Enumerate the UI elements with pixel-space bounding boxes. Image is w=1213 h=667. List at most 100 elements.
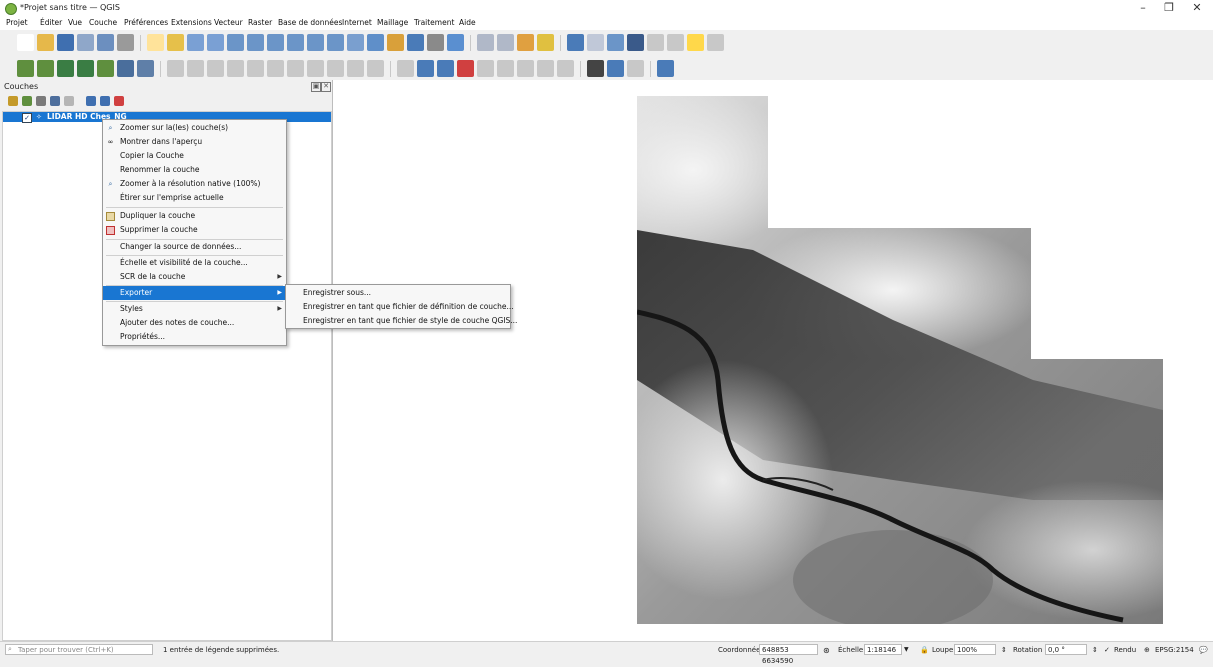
- menu-item-properties[interactable]: Propriétés...: [103, 330, 286, 344]
- menu-internet[interactable]: Internet: [342, 18, 372, 27]
- add-csv-icon[interactable]: [117, 60, 134, 77]
- copy-features-icon[interactable]: [307, 60, 324, 77]
- open-project-icon[interactable]: [37, 34, 54, 51]
- zoom-selection-icon[interactable]: [247, 34, 264, 51]
- label-settings-icon[interactable]: [557, 60, 574, 77]
- text-annotation-icon[interactable]: [707, 34, 724, 51]
- measure-icon[interactable]: [647, 34, 664, 51]
- menu-item-styles[interactable]: Styles ▶: [103, 302, 286, 316]
- menu-item-duplicate-layer[interactable]: Dupliquer la couche: [103, 209, 286, 223]
- redo-icon[interactable]: [367, 60, 384, 77]
- data-source-manager-icon[interactable]: [17, 60, 34, 77]
- move-label-icon[interactable]: [497, 60, 514, 77]
- manage-visibility-icon[interactable]: [36, 96, 46, 106]
- pan-icon[interactable]: [147, 34, 164, 51]
- add-mesh-icon[interactable]: [97, 60, 114, 77]
- zoom-full-icon[interactable]: [227, 34, 244, 51]
- menu-item-copy-layer[interactable]: Copier la Couche: [103, 149, 286, 163]
- select-features-icon[interactable]: [477, 34, 494, 51]
- menu-item-remove-layer[interactable]: Supprimer la couche: [103, 223, 286, 237]
- menu-item-stretch-extent[interactable]: Étirer sur l'emprise actuelle: [103, 191, 286, 205]
- menu-item-zoom-layer[interactable]: ⌕ Zoomer sur la(les) couche(s): [103, 121, 286, 135]
- rotation-stepper-icon[interactable]: ⇕: [1092, 646, 1098, 654]
- filter-legend-icon[interactable]: [50, 96, 60, 106]
- crs-globe-icon[interactable]: ⊕: [1144, 646, 1150, 654]
- crs-button[interactable]: EPSG:2154: [1155, 646, 1194, 654]
- collapse-all-icon[interactable]: [100, 96, 110, 106]
- temporal-icon[interactable]: [427, 34, 444, 51]
- coordinate-field[interactable]: 648853 6634590: [759, 644, 818, 665]
- zoom-in-icon[interactable]: [187, 34, 204, 51]
- annotation-icon[interactable]: [667, 34, 684, 51]
- close-button[interactable]: ✕: [1184, 1, 1210, 15]
- menu-maillage[interactable]: Maillage: [377, 18, 408, 27]
- map-tips-icon[interactable]: [687, 34, 704, 51]
- menu-item-save-style[interactable]: Enregistrer en tant que fichier de style…: [286, 314, 517, 328]
- menu-raster[interactable]: Raster: [248, 18, 272, 27]
- add-group-icon[interactable]: [22, 96, 32, 106]
- menu-extensions[interactable]: Extensions: [171, 18, 212, 27]
- menu-item-rename-layer[interactable]: Renommer la couche: [103, 163, 286, 177]
- rotation-field[interactable]: 0,0 °: [1045, 644, 1087, 655]
- zoom-layer-icon[interactable]: [267, 34, 284, 51]
- render-checkbox[interactable]: ✓: [1104, 646, 1110, 654]
- new-map-view-icon[interactable]: [347, 34, 364, 51]
- show-hide-label-icon[interactable]: [477, 60, 494, 77]
- refresh-icon[interactable]: [447, 34, 464, 51]
- show-bookmarks-icon[interactable]: [407, 34, 424, 51]
- diagram-icon[interactable]: [437, 60, 454, 77]
- digitize-icon[interactable]: [227, 60, 244, 77]
- undo-icon[interactable]: [347, 60, 364, 77]
- menu-item-add-notes[interactable]: Ajouter des notes de couche...: [103, 316, 286, 330]
- save-as-icon[interactable]: [77, 34, 94, 51]
- add-vector-icon[interactable]: [57, 60, 74, 77]
- menu-vue[interactable]: Vue: [68, 18, 82, 27]
- zoom-native-icon[interactable]: [287, 34, 304, 51]
- menu-item-export[interactable]: Exporter ▶: [103, 286, 286, 300]
- paste-features-icon[interactable]: [327, 60, 344, 77]
- magnifier-stepper-icon[interactable]: ⇕: [1001, 646, 1007, 654]
- new-geopackage-icon[interactable]: [37, 60, 54, 77]
- save-edits-icon[interactable]: [207, 60, 224, 77]
- add-postgis-icon[interactable]: [137, 60, 154, 77]
- menu-vecteur[interactable]: Vecteur: [214, 18, 243, 27]
- zoom-out-icon[interactable]: [207, 34, 224, 51]
- menu-projet[interactable]: Projet: [6, 18, 28, 27]
- extents-toggle-icon[interactable]: ⊛: [823, 646, 830, 655]
- zoom-next-icon[interactable]: [327, 34, 344, 51]
- delete-selected-icon[interactable]: [267, 60, 284, 77]
- deselect-icon[interactable]: [517, 34, 534, 51]
- panel-float-button[interactable]: ▣: [311, 82, 321, 92]
- plugin-icon[interactable]: [587, 60, 604, 77]
- locator-search-input[interactable]: Taper pour trouver (Ctrl+K): [5, 644, 153, 655]
- change-label-icon[interactable]: [537, 60, 554, 77]
- menu-item-zoom-native[interactable]: ⌕ Zoomer à la résolution native (100%): [103, 177, 286, 191]
- rotate-label-icon[interactable]: [517, 60, 534, 77]
- menu-traitement[interactable]: Traitement: [414, 18, 454, 27]
- maximize-button[interactable]: ❐: [1156, 1, 1182, 15]
- help-icon[interactable]: [657, 60, 674, 77]
- zoom-last-icon[interactable]: [307, 34, 324, 51]
- statistics-icon[interactable]: [627, 34, 644, 51]
- menu-preferences[interactable]: Préférences: [124, 18, 168, 27]
- style-manager-icon[interactable]: [117, 34, 134, 51]
- menu-base-de-donnees[interactable]: Base de données: [278, 18, 342, 27]
- menu-item-change-source[interactable]: Changer la source de données...: [103, 240, 286, 254]
- bookmark-icon[interactable]: [387, 34, 404, 51]
- menu-item-save-as[interactable]: Enregistrer sous...: [286, 286, 510, 300]
- menu-couche[interactable]: Couche: [89, 18, 117, 27]
- menu-editer[interactable]: Éditer: [40, 18, 62, 27]
- messages-icon[interactable]: 💬: [1199, 646, 1208, 654]
- toolbox-icon[interactable]: [607, 34, 624, 51]
- save-project-icon[interactable]: [57, 34, 74, 51]
- toggle-editing-icon[interactable]: [187, 60, 204, 77]
- menu-item-scale-visibility[interactable]: Échelle et visibilité de la couche...: [103, 256, 286, 270]
- filter-expression-icon[interactable]: [64, 96, 74, 106]
- cut-features-icon[interactable]: [287, 60, 304, 77]
- remove-layer-icon[interactable]: [114, 96, 124, 106]
- menu-item-save-definition[interactable]: Enregistrer en tant que fichier de défin…: [286, 300, 514, 314]
- pan-to-selection-icon[interactable]: [167, 34, 184, 51]
- python-console-icon[interactable]: [607, 60, 624, 77]
- layer-visibility-checkbox[interactable]: ✓: [22, 113, 32, 123]
- scale-dropdown-icon[interactable]: ▼: [904, 646, 909, 653]
